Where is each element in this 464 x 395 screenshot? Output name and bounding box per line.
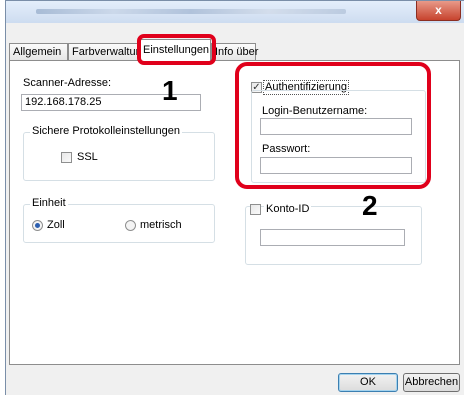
- callout-highlight-2: [235, 62, 431, 189]
- unit-radio-metrisch[interactable]: [125, 220, 136, 231]
- unit-metrisch-label: metrisch: [140, 219, 182, 231]
- unit-radio-zoll[interactable]: [32, 220, 43, 231]
- unit-group: Einheit Zoll metrisch: [23, 197, 215, 243]
- unit-zoll-label: Zoll: [47, 219, 65, 231]
- ssl-label: SSL: [77, 151, 98, 163]
- callout-marker-2: 2: [362, 190, 378, 221]
- tab-strip: Allgemein Farbverwaltur Einstellungen In…: [6, 39, 464, 61]
- properties-dialog: x Allgemein Farbverwaltur Einstellungen …: [5, 0, 464, 395]
- callout-highlight-1: [137, 34, 216, 65]
- account-id-label: Konto-ID: [264, 203, 312, 215]
- ok-button[interactable]: OK: [338, 373, 398, 392]
- close-icon: x: [435, 3, 442, 17]
- window-title: [36, 9, 346, 14]
- tab-farbverwaltung[interactable]: Farbverwaltur: [68, 43, 139, 60]
- scanner-address-label: Scanner-Adresse:: [23, 77, 112, 89]
- radio-selected-dot: [35, 223, 40, 228]
- tab-allgemein[interactable]: Allgemein: [9, 43, 68, 60]
- ssl-checkbox[interactable]: [61, 152, 72, 163]
- unit-group-title: Einheit: [30, 197, 68, 209]
- callout-marker-1: 1: [162, 75, 178, 106]
- tab-info-ueber[interactable]: Info über: [211, 43, 258, 60]
- account-id-checkbox[interactable]: [250, 204, 261, 215]
- cancel-button[interactable]: Abbrechen: [403, 373, 460, 392]
- account-id-input[interactable]: [260, 229, 405, 246]
- title-bar[interactable]: x: [6, 1, 464, 23]
- secure-protocol-group: Sichere Protokolleinstellungen SSL: [23, 125, 215, 181]
- secure-protocol-group-title: Sichere Protokolleinstellungen: [30, 125, 182, 137]
- close-button[interactable]: x: [416, 1, 461, 21]
